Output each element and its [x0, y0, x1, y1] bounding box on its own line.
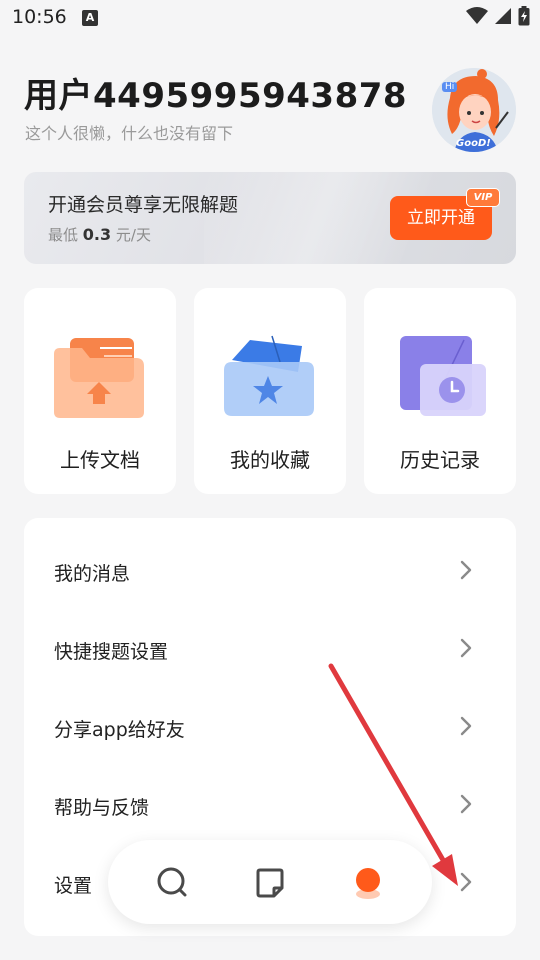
- menu-item-help-feedback[interactable]: 帮助与反馈: [24, 767, 516, 845]
- vip-price-prefix: 最低: [48, 226, 83, 244]
- user-bio: 这个人很懒，什么也没有留下: [25, 124, 234, 143]
- status-time: 10:56: [12, 6, 67, 28]
- bottom-tab-bar: [108, 840, 432, 924]
- notebook-icon[interactable]: [250, 862, 290, 902]
- search-icon[interactable]: [152, 862, 192, 902]
- chevron-right-icon: [460, 794, 472, 814]
- vip-price-value: 0.3: [82, 225, 112, 244]
- menu-item-quick-search-settings[interactable]: 快捷搜题设置: [24, 611, 516, 689]
- history-label: 历史记录: [400, 448, 480, 472]
- chevron-right-icon: [460, 872, 472, 892]
- wifi-icon: [466, 7, 488, 24]
- vip-price: 最低 0.3 元/天: [48, 224, 151, 245]
- username[interactable]: 用户4495995943878: [24, 68, 407, 117]
- avatar-good-text: GooD!: [456, 138, 491, 149]
- accessibility-a-icon: A: [82, 10, 98, 26]
- profile-blob-icon[interactable]: [348, 862, 388, 902]
- chevron-right-icon: [460, 716, 472, 736]
- star-folder-icon: [224, 335, 314, 416]
- profile-header: 用户4495995943878 这个人很懒，什么也没有留下 Hi GooD!: [0, 60, 540, 160]
- clock-history-icon: [400, 336, 486, 416]
- menu-item-share-app[interactable]: 分享app给好友: [24, 689, 516, 767]
- menu-item-label: 分享app给好友: [54, 719, 185, 741]
- cell-signal-icon: [495, 8, 511, 24]
- avatar-hi-text: Hi: [442, 82, 458, 92]
- menu-item-label: 帮助与反馈: [54, 797, 150, 819]
- chevron-right-icon: [460, 560, 472, 580]
- upload-document-card[interactable]: 上传文档: [24, 288, 176, 494]
- my-favorites-label: 我的收藏: [230, 448, 310, 472]
- menu-item-messages[interactable]: 我的消息: [24, 533, 516, 611]
- chevron-right-icon: [460, 638, 472, 658]
- menu-item-label: 我的消息: [54, 563, 131, 585]
- status-icons: [466, 6, 530, 26]
- upload-document-label: 上传文档: [60, 448, 140, 472]
- avatar[interactable]: Hi GooD!: [432, 68, 516, 152]
- menu-item-label: 设置: [54, 875, 93, 897]
- vip-price-suffix: 元/天: [111, 226, 151, 244]
- upload-folder-icon: [54, 338, 144, 418]
- vip-badge: VIP: [466, 188, 500, 207]
- status-bar: 10:56 A: [0, 0, 540, 36]
- vip-title: 开通会员尊享无限解题: [48, 194, 239, 216]
- battery-icon: [518, 6, 530, 26]
- my-favorites-card[interactable]: 我的收藏: [194, 288, 346, 494]
- vip-banner[interactable]: 开通会员尊享无限解题 最低 0.3 元/天 立即开通 VIP: [24, 172, 516, 264]
- history-card[interactable]: 历史记录: [364, 288, 516, 494]
- menu-item-label: 快捷搜题设置: [54, 641, 169, 663]
